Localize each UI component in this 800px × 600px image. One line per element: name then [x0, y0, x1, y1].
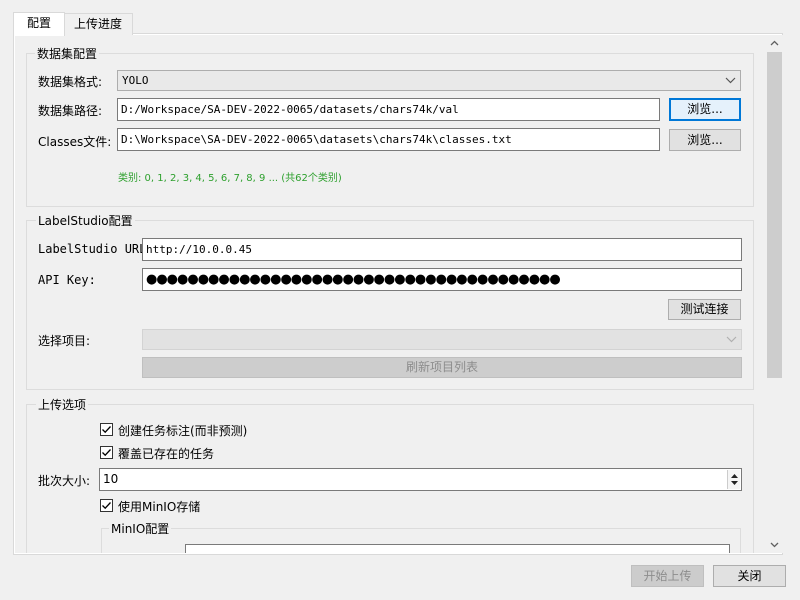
chevron-down-icon	[726, 330, 737, 355]
checkmark-icon	[102, 502, 111, 510]
tab-config-label: 配置	[26, 16, 51, 30]
labelstudio-group-title: LabelStudio配置	[36, 212, 135, 229]
use-minio-checkbox[interactable]	[100, 499, 113, 512]
batch-size-label: 批次大小:	[38, 474, 91, 488]
checkmark-icon	[102, 426, 111, 434]
overwrite-tasks-label[interactable]: 覆盖已存在的任务	[118, 445, 214, 462]
batch-size-spinbox[interactable]: 10	[99, 468, 742, 491]
api-key-input[interactable]: ●●●●●●●●●●●●●●●●●●●●●●●●●●●●●●●●●●●●●●●●	[142, 268, 742, 291]
minio-group-title: MinIO配置	[109, 520, 172, 537]
dataset-group-title: 数据集配置	[35, 45, 100, 62]
dataset-path-input[interactable]: D:/Workspace/SA-DEV-2022-0065/datasets/c…	[117, 98, 660, 121]
test-connection-button[interactable]: 测试连接	[668, 299, 741, 320]
dataset-format-value: YOLO	[122, 74, 149, 87]
api-key-label: API Key:	[38, 273, 96, 287]
scroll-down-icon[interactable]	[766, 536, 783, 553]
project-select[interactable]	[142, 329, 742, 350]
classes-info-text: 类别: 0, 1, 2, 3, 4, 5, 6, 7, 8, 9 ... (共6…	[118, 173, 342, 184]
scrollbar-thumb[interactable]	[767, 52, 782, 378]
tab-upload-progress-label: 上传进度	[73, 17, 122, 31]
create-tasks-label[interactable]: 创建任务标注(而非预测)	[118, 422, 247, 439]
dataset-format-label: 数据集格式:	[38, 75, 103, 89]
tab-upload-progress[interactable]: 上传进度	[63, 13, 133, 35]
labelstudio-url-input[interactable]: http://10.0.0.45	[142, 238, 742, 261]
use-minio-label[interactable]: 使用MinIO存储	[118, 498, 200, 515]
minio-endpoint-input[interactable]	[185, 544, 730, 553]
labelstudio-url-label: LabelStudio URL:	[38, 242, 154, 256]
create-tasks-checkbox[interactable]	[100, 423, 113, 436]
scroll-up-icon[interactable]	[766, 35, 783, 52]
tab-config[interactable]: 配置	[13, 12, 65, 36]
vertical-scrollbar[interactable]	[766, 35, 783, 553]
dataset-format-select[interactable]: YOLO	[117, 70, 741, 91]
checkmark-icon	[102, 449, 111, 457]
dataset-browse-button[interactable]: 浏览...	[669, 98, 741, 121]
spin-buttons[interactable]	[727, 470, 740, 489]
classes-file-input[interactable]: D:\Workspace\SA-DEV-2022-0065\datasets\c…	[117, 128, 660, 151]
config-scroll-area: 数据集配置 数据集格式: YOLO 数据集路径: D:/Workspace/SA…	[15, 35, 766, 553]
dataset-path-label: 数据集路径:	[38, 104, 103, 118]
upload-options-group-title: 上传选项	[36, 396, 89, 413]
refresh-projects-button[interactable]: 刷新项目列表	[142, 357, 742, 378]
classes-file-label: Classes文件:	[38, 135, 112, 149]
batch-size-value: 10	[103, 472, 119, 486]
overwrite-tasks-checkbox[interactable]	[100, 446, 113, 459]
close-button[interactable]: 关闭	[713, 565, 786, 587]
start-upload-button[interactable]: 开始上传	[631, 565, 704, 587]
select-project-label: 选择项目:	[38, 334, 91, 348]
chevron-down-icon	[725, 71, 736, 96]
classes-browse-button[interactable]: 浏览...	[669, 129, 741, 151]
